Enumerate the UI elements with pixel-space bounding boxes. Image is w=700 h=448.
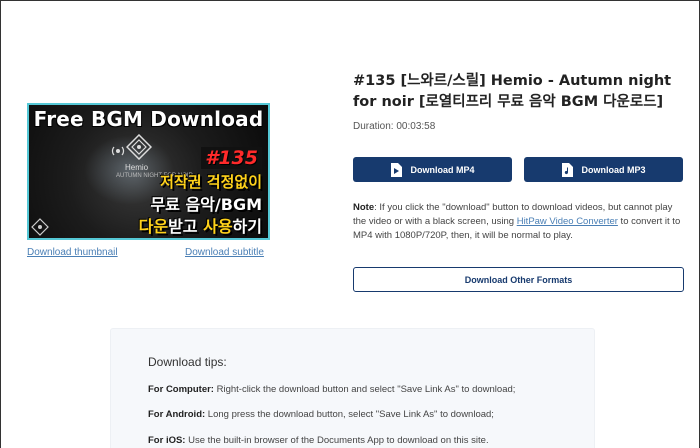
tip-android: For Android: Long press the download but… bbox=[148, 409, 494, 420]
speaker-icon bbox=[111, 146, 125, 156]
tips-title: Download tips: bbox=[148, 355, 227, 369]
thumbnail-line1: 저작권 걱정없이 bbox=[160, 173, 262, 191]
download-thumbnail-link[interactable]: Download thumbnail bbox=[27, 247, 118, 258]
note-label: Note bbox=[353, 202, 375, 213]
tip-ios: For iOS: Use the built-in browser of the… bbox=[148, 435, 489, 446]
download-mp3-label: Download MP3 bbox=[581, 164, 646, 175]
thumbnail-brand: Hemio bbox=[125, 163, 149, 172]
hemio-logo-icon bbox=[126, 134, 152, 160]
video-thumbnail: Free BGM Download Hemio AUTUMN NIGHT FOR… bbox=[27, 103, 270, 240]
video-file-icon bbox=[391, 162, 403, 177]
thumbnail-title: Free BGM Download bbox=[33, 107, 264, 131]
thumbnail-line3-a: 다운 bbox=[138, 217, 169, 236]
thumbnail-line3-c: 사용 bbox=[203, 217, 233, 236]
download-mp4-button[interactable]: Download MP4 bbox=[353, 157, 512, 182]
download-subtitle-link[interactable]: Download subtitle bbox=[185, 247, 264, 258]
download-other-formats-button[interactable]: Download Other Formats bbox=[353, 267, 684, 292]
hitpaw-converter-link[interactable]: HitPaw Video Converter bbox=[517, 216, 618, 227]
thumbnail-line3-d: 하기 bbox=[232, 217, 262, 236]
video-title: #135 [느와르/스릴] Hemio - Autumn night for n… bbox=[353, 73, 672, 110]
thumbnail-line2: 무료 음악/BGM bbox=[150, 195, 262, 214]
video-duration: Duration: 00:03:58 bbox=[353, 121, 436, 132]
download-mp4-label: Download MP4 bbox=[410, 164, 475, 175]
tip-computer-text: Right-click the download button and sele… bbox=[213, 384, 516, 395]
download-tips-box: Download tips: For Computer: Right-click… bbox=[110, 328, 595, 448]
audio-file-icon bbox=[562, 162, 574, 177]
download-mp3-button[interactable]: Download MP3 bbox=[524, 157, 683, 182]
tip-android-label: For Android: bbox=[148, 409, 206, 420]
tip-ios-text: Use the built-in browser of the Document… bbox=[185, 435, 489, 446]
conversion-note: Note: If you click the "download" button… bbox=[353, 201, 688, 243]
tip-android-text: Long press the download button, select "… bbox=[205, 409, 494, 420]
tip-computer: For Computer: Right-click the download b… bbox=[148, 384, 515, 395]
corner-logo-icon bbox=[31, 218, 49, 236]
thumbnail-line3: 다운받고 사용하기 bbox=[139, 213, 262, 237]
tip-computer-label: For Computer: bbox=[148, 384, 214, 395]
thumbnail-badge: #135 bbox=[201, 147, 262, 169]
tip-ios-label: For iOS: bbox=[148, 435, 186, 446]
thumbnail-line3-b: 받고 bbox=[168, 217, 204, 236]
